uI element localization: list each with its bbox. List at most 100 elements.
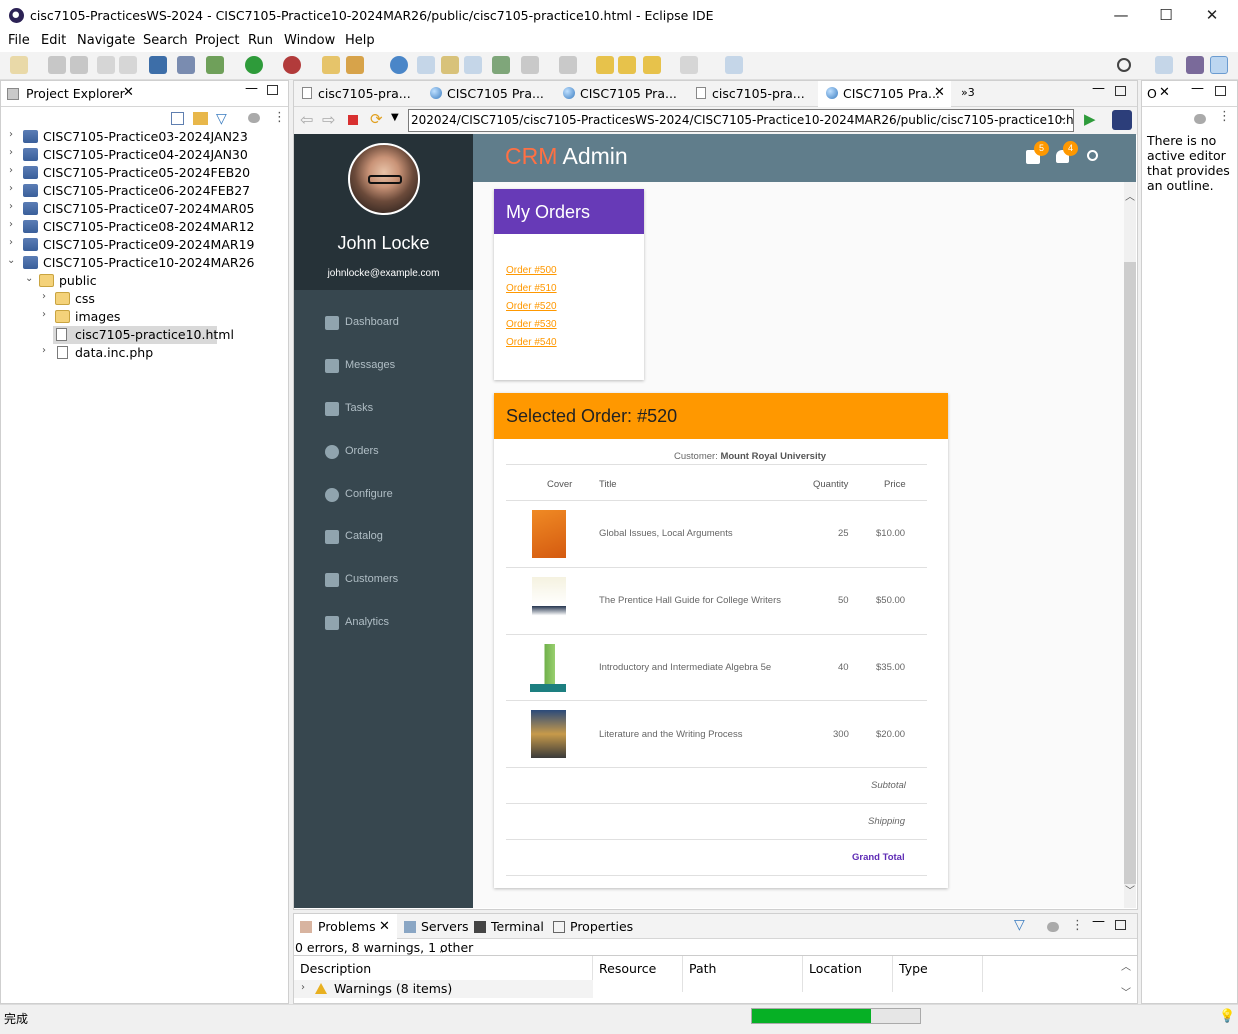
chevron-right-icon[interactable]: › (301, 982, 305, 993)
minimize-view-icon[interactable]: — (1092, 914, 1105, 929)
close-icon[interactable]: ✕ (379, 919, 390, 934)
back-edit-icon[interactable] (596, 56, 614, 74)
external-tools-icon[interactable] (283, 56, 301, 74)
tab-servers[interactable]: Servers (421, 919, 469, 934)
menu-help[interactable]: Help (345, 33, 375, 48)
editor-tab[interactable]: CISC7105 Pra... (563, 81, 677, 107)
debug-icon[interactable] (206, 56, 224, 74)
order-link[interactable]: Order #520 (506, 301, 557, 312)
folder-item[interactable]: › images (1, 308, 288, 326)
menu-project[interactable]: Project (195, 33, 239, 48)
undo-icon[interactable] (97, 56, 115, 74)
order-link[interactable]: Order #540 (506, 337, 557, 348)
project-item[interactable]: ⌄ CISC7105-Practice10-2024MAR26 (1, 254, 288, 272)
external-browser-icon[interactable] (1112, 110, 1132, 130)
close-icon[interactable]: ✕ (1159, 85, 1170, 100)
minimize-view-icon[interactable]: — (1092, 81, 1105, 96)
tab-problems[interactable]: Problems ✕ (294, 914, 397, 939)
run-icon[interactable] (245, 56, 263, 74)
link-editor-icon[interactable] (193, 112, 208, 125)
console-icon[interactable] (149, 56, 167, 74)
perspective-icon[interactable] (1155, 56, 1173, 74)
col-location[interactable]: Location (803, 956, 893, 992)
search-icon[interactable] (1117, 58, 1131, 72)
menu-window[interactable]: Window (284, 33, 335, 48)
maximize-button[interactable]: ☐ (1151, 4, 1181, 26)
focus-icon[interactable] (248, 113, 260, 123)
refresh-icon[interactable]: ⟳ (370, 110, 383, 128)
order-link[interactable]: Order #500 (506, 265, 557, 276)
folder-item[interactable]: › css (1, 290, 288, 308)
stop-icon[interactable] (348, 115, 358, 125)
editor-tab-active[interactable]: CISC7105 Pra... ✕ (818, 81, 951, 107)
project-item[interactable]: › CISC7105-Practice09-2024MAR19 (1, 236, 288, 254)
file-item-selected[interactable]: cisc7105-practice10.html (53, 326, 234, 344)
outline-tab[interactable]: O (1147, 86, 1157, 101)
project-item[interactable]: › CISC7105-Practice07-2024MAR05 (1, 200, 288, 218)
editor-tab[interactable]: CISC7105 Pra... (430, 81, 544, 107)
new-file-icon[interactable] (464, 56, 482, 74)
menu-edit[interactable]: Edit (41, 33, 66, 48)
new-class-icon[interactable] (417, 56, 435, 74)
minimize-view-icon[interactable]: — (1191, 81, 1204, 96)
new-package-icon[interactable] (441, 56, 459, 74)
lightbulb-icon[interactable]: 💡 (1219, 1009, 1235, 1024)
back-icon[interactable] (643, 56, 661, 74)
redo-icon[interactable] (119, 56, 137, 74)
view-menu-icon[interactable]: ⋮ (273, 110, 286, 125)
forward-edit-icon[interactable] (618, 56, 636, 74)
scrollbar-thumb[interactable] (1124, 262, 1136, 884)
warnings-row[interactable]: › Warnings (8 items) (294, 980, 593, 998)
editor-tab[interactable]: cisc7105-pra... (696, 81, 805, 107)
wand-icon[interactable] (346, 56, 364, 74)
tab-terminal[interactable]: Terminal (491, 919, 544, 934)
tab-overflow[interactable]: »3 (961, 81, 975, 107)
file-item[interactable]: › data.inc.php (1, 344, 288, 362)
scroll-down-icon[interactable]: ﹀ (1121, 984, 1131, 999)
browser-scrollbar[interactable]: ︿ ﹀ (1124, 182, 1136, 908)
open-folder-icon[interactable] (322, 56, 340, 74)
project-item[interactable]: › CISC7105-Practice04-2024JAN30 (1, 146, 288, 164)
back-icon[interactable]: ⇦ (300, 110, 313, 129)
tab-properties[interactable]: Properties (570, 919, 633, 934)
save-all-icon[interactable] (70, 56, 88, 74)
go-icon[interactable]: ▶ (1084, 110, 1096, 128)
open-perspective-icon[interactable] (725, 56, 743, 74)
filter-icon[interactable]: ▽ (216, 111, 227, 127)
menu-search[interactable]: Search (143, 33, 188, 48)
search-tool-icon[interactable] (492, 56, 510, 74)
maximize-view-icon[interactable] (1115, 86, 1126, 96)
maximize-view-icon[interactable] (1115, 920, 1126, 930)
url-input[interactable]: 202024/CISC7105/cisc7105-PracticesWS-202… (408, 109, 1074, 132)
java-ee-perspective-icon[interactable] (1186, 56, 1204, 74)
minimize-button[interactable]: — (1106, 4, 1136, 26)
close-icon[interactable]: ✕ (123, 85, 134, 100)
col-resource[interactable]: Resource (593, 956, 683, 992)
project-item[interactable]: › CISC7105-Practice05-2024FEB20 (1, 164, 288, 182)
project-item[interactable]: › CISC7105-Practice08-2024MAR12 (1, 218, 288, 236)
project-item[interactable]: › CISC7105-Practice03-2024JAN23 (1, 128, 288, 146)
project-explorer-tab[interactable]: Project Explorer (26, 86, 125, 101)
chevron-down-icon[interactable]: ⌄ (1059, 112, 1067, 123)
menu-file[interactable]: File (8, 33, 30, 48)
save-icon[interactable] (48, 56, 66, 74)
menu-run[interactable]: Run (248, 33, 273, 48)
scroll-up-icon[interactable]: ︿ (1125, 188, 1135, 203)
col-path[interactable]: Path (683, 956, 803, 992)
new-icon[interactable] (10, 56, 28, 74)
focus-icon[interactable] (1194, 114, 1206, 124)
search-icon[interactable] (1087, 150, 1098, 161)
view-menu-icon[interactable]: ⋮ (1071, 918, 1084, 933)
maximize-view-icon[interactable] (1215, 86, 1226, 96)
forward-icon[interactable]: ⇨ (322, 110, 335, 129)
globe-icon[interactable] (390, 56, 408, 74)
editor-tab[interactable]: cisc7105-pra... (302, 81, 411, 107)
forward-icon[interactable] (680, 56, 698, 74)
filter-icon[interactable]: ▽ (1014, 917, 1025, 933)
view-menu-icon[interactable]: ⋮ (1218, 109, 1231, 124)
close-icon[interactable]: ✕ (934, 85, 945, 100)
scroll-up-icon[interactable]: ︿ (1121, 958, 1131, 973)
web-perspective-icon[interactable] (1210, 56, 1228, 74)
order-link[interactable]: Order #530 (506, 319, 557, 330)
skip-breakpoints-icon[interactable] (177, 56, 195, 74)
